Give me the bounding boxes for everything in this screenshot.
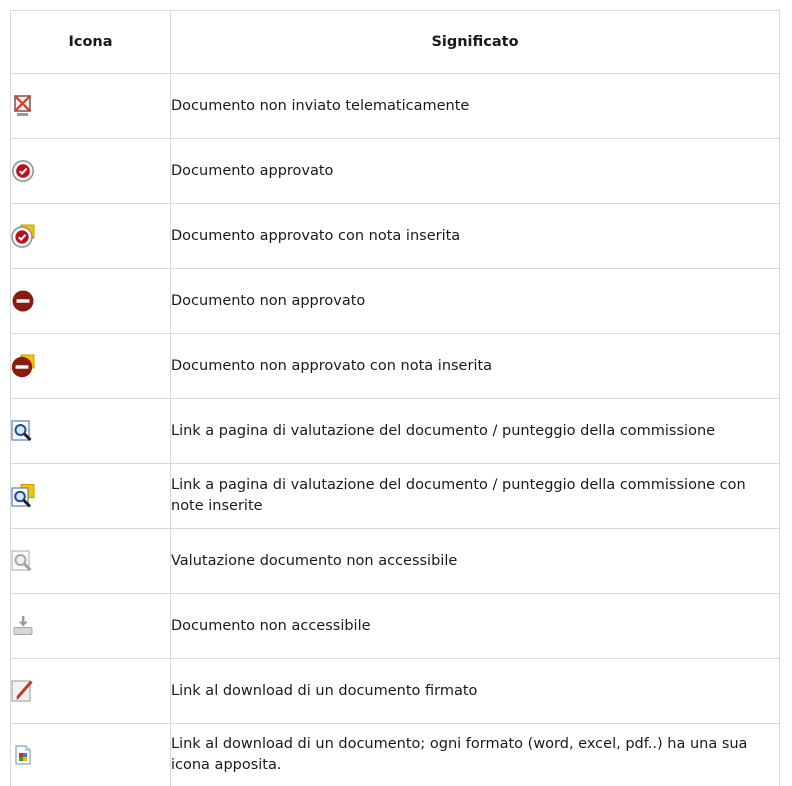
icon-cell <box>11 269 171 334</box>
not-approved-icon <box>11 289 35 313</box>
approved-check-icon <box>11 159 35 183</box>
icon-legend-table: Icona Significato Documento non inviato … <box>10 10 780 786</box>
row-label: Documento non approvato <box>171 269 780 334</box>
table-row: Documento approvato <box>11 139 780 204</box>
table-row: Documento non approvato con nota inserit… <box>11 334 780 399</box>
table-row: Link al download di un documento firmato <box>11 659 780 724</box>
header-icon: Icona <box>11 11 171 74</box>
magnifier-with-note-icon <box>11 484 35 508</box>
row-label: Documento approvato con nota inserita <box>171 204 780 269</box>
icon-cell <box>11 74 171 139</box>
icon-cell <box>11 204 171 269</box>
row-label: Documento non inviato telematicamente <box>171 74 780 139</box>
icon-cell <box>11 399 171 464</box>
table-row: Documento approvato con nota inserita <box>11 204 780 269</box>
row-label: Documento approvato <box>171 139 780 204</box>
table-row: Documento non accessibile <box>11 594 780 659</box>
row-label: Link al download di un documento; ogni f… <box>171 724 780 786</box>
icon-cell <box>11 334 171 399</box>
row-label: Valutazione documento non accessibile <box>171 529 780 594</box>
icon-cell <box>11 724 171 786</box>
icon-cell <box>11 529 171 594</box>
table-row: Documento non approvato <box>11 269 780 334</box>
table-row: Documento non inviato telematicamente <box>11 74 780 139</box>
magnifier-icon <box>11 419 35 443</box>
row-label: Documento non approvato con nota inserit… <box>171 334 780 399</box>
icon-cell <box>11 659 171 724</box>
icon-cell <box>11 139 171 204</box>
header-meaning: Significato <box>171 11 780 74</box>
icon-cell <box>11 594 171 659</box>
table-row: Link a pagina di valutazione del documen… <box>11 399 780 464</box>
signed-document-pen-icon <box>11 679 35 703</box>
not-approved-with-note-icon <box>11 354 35 378</box>
icon-cell <box>11 464 171 529</box>
table-row: Link al download di un documento; ogni f… <box>11 724 780 786</box>
table-row: Valutazione documento non accessibile <box>11 529 780 594</box>
table-header-row: Icona Significato <box>11 11 780 74</box>
magnifier-disabled-icon <box>11 549 35 573</box>
download-disabled-icon <box>11 614 35 638</box>
row-label: Documento non accessibile <box>171 594 780 659</box>
row-label: Link al download di un documento firmato <box>171 659 780 724</box>
not-sent-monitor-icon <box>11 94 35 118</box>
row-label: Link a pagina di valutazione del documen… <box>171 399 780 464</box>
generic-file-icon <box>11 743 35 767</box>
row-label: Link a pagina di valutazione del documen… <box>171 464 780 529</box>
table-row: Link a pagina di valutazione del documen… <box>11 464 780 529</box>
approved-with-note-icon <box>11 224 35 248</box>
